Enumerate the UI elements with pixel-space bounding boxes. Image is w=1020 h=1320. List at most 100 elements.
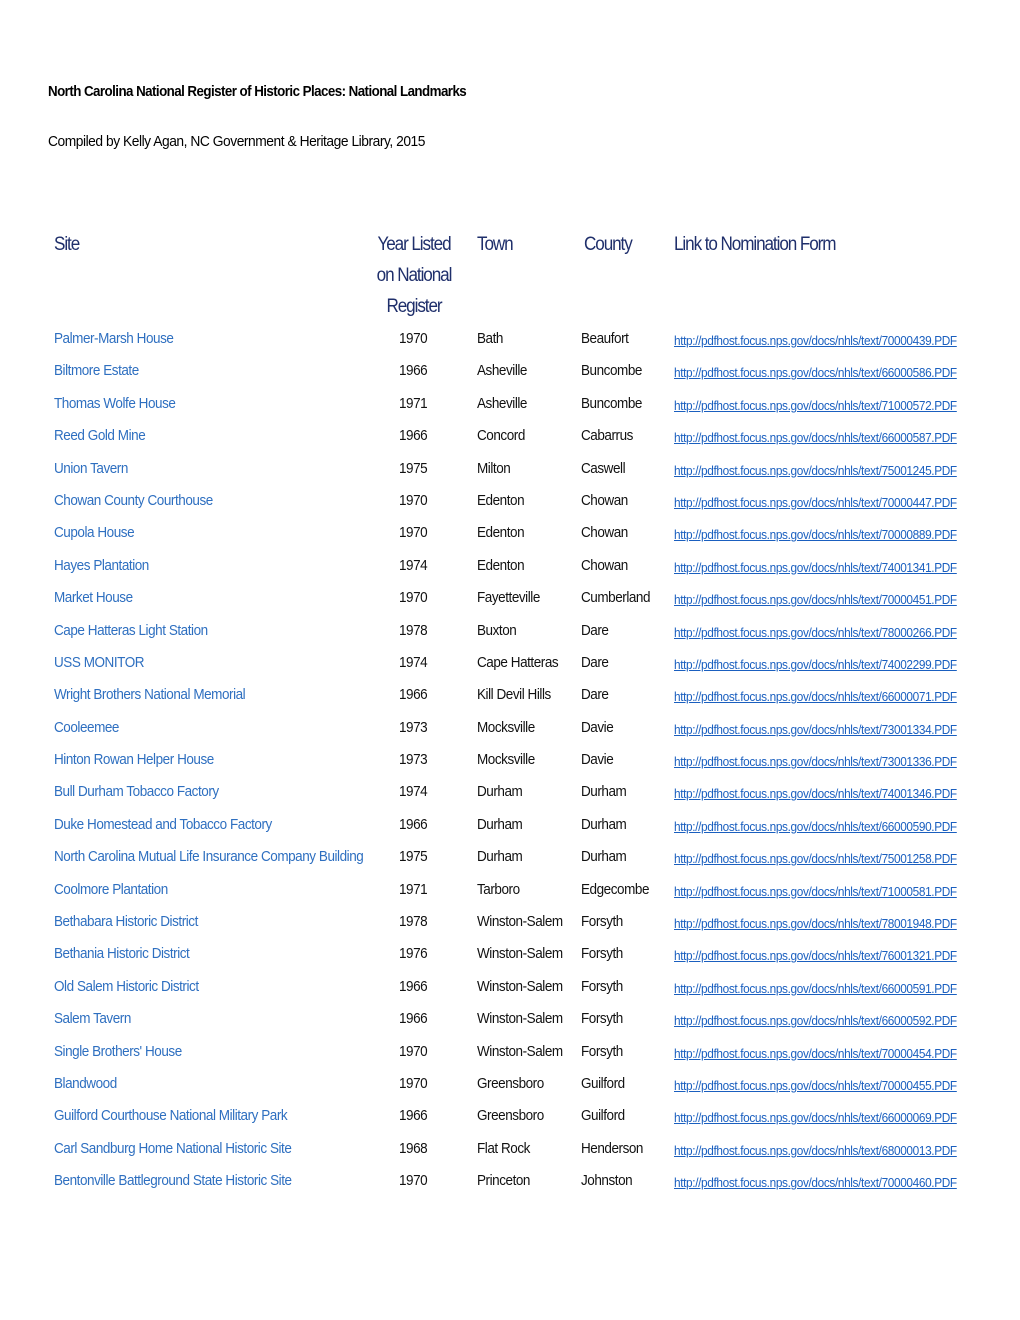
county-cell: Davie <box>581 751 614 769</box>
nomination-form-link[interactable]: http://pdfhost.focus.nps.gov/docs/nhls/t… <box>674 817 957 837</box>
table-row: North Carolina Mutual Life Insurance Com… <box>0 844 1020 876</box>
county-cell: Forsyth <box>581 1042 623 1060</box>
year-cell: 1966 <box>399 977 428 995</box>
county-cell: Dare <box>581 686 609 704</box>
nomination-form-link[interactable]: http://pdfhost.focus.nps.gov/docs/nhls/t… <box>674 1108 957 1128</box>
town-cell: Edenton <box>477 524 525 542</box>
town-cell: Durham <box>477 783 523 801</box>
nomination-form-link[interactable]: http://pdfhost.focus.nps.gov/docs/nhls/t… <box>674 396 957 416</box>
nomination-form-link[interactable]: http://pdfhost.focus.nps.gov/docs/nhls/t… <box>674 1076 957 1096</box>
nomination-form-link[interactable]: http://pdfhost.focus.nps.gov/docs/nhls/t… <box>674 331 957 351</box>
nomination-form-link[interactable]: http://pdfhost.focus.nps.gov/docs/nhls/t… <box>674 590 957 610</box>
year-cell: 1968 <box>399 1139 428 1157</box>
document-title: North Carolina National Register of Hist… <box>48 84 467 100</box>
nomination-form-link[interactable]: http://pdfhost.focus.nps.gov/docs/nhls/t… <box>674 720 957 740</box>
site-link[interactable]: Cooleemee <box>54 718 119 738</box>
nomination-form-link[interactable]: http://pdfhost.focus.nps.gov/docs/nhls/t… <box>674 493 957 513</box>
site-link[interactable]: Wright Brothers National Memorial <box>54 685 246 705</box>
nomination-form-link[interactable]: http://pdfhost.focus.nps.gov/docs/nhls/t… <box>674 1141 957 1161</box>
table-row: Palmer-Marsh House 1970 Bath Beaufort http:/… <box>0 326 1020 358</box>
site-link[interactable]: Carl Sandburg Home National Historic Sit… <box>54 1139 292 1159</box>
site-link[interactable]: Bethabara Historic District <box>54 912 198 932</box>
town-cell: Greensboro <box>477 1107 544 1125</box>
site-link[interactable]: Hayes Plantation <box>54 556 149 576</box>
site-link[interactable]: Duke Homestead and Tobacco Factory <box>54 815 272 835</box>
year-cell: 1970 <box>399 491 428 509</box>
county-cell: Caswell <box>581 459 626 477</box>
nomination-form-link[interactable]: http://pdfhost.focus.nps.gov/docs/nhls/t… <box>674 623 957 643</box>
site-link[interactable]: USS MONITOR <box>54 653 145 673</box>
nomination-form-link[interactable]: http://pdfhost.focus.nps.gov/docs/nhls/t… <box>674 979 957 999</box>
header-site: Site <box>54 234 80 255</box>
table-row: Blandwood 1970 Greensboro Guilford http://pd… <box>0 1071 1020 1103</box>
county-cell: Cumberland <box>581 589 651 607</box>
table-row: Wright Brothers National Memorial 1966 Kil… <box>0 682 1020 714</box>
town-cell: Tarboro <box>477 880 520 898</box>
table-body: Palmer-Marsh House 1970 Bath Beaufort http:/… <box>0 326 1020 1201</box>
year-cell: 1974 <box>399 783 428 801</box>
county-cell: Johnston <box>581 1172 633 1190</box>
header-county: County <box>584 234 633 255</box>
site-link[interactable]: Bull Durham Tobacco Factory <box>54 782 219 802</box>
town-cell: Winston-Salem <box>477 913 563 931</box>
site-link[interactable]: Guilford Courthouse National Military Pa… <box>54 1106 288 1126</box>
town-cell: Durham <box>477 815 523 833</box>
county-cell: Forsyth <box>581 977 623 995</box>
site-link[interactable]: Chowan County Courthouse <box>54 491 213 511</box>
site-link[interactable]: Bentonville Battleground State Historic … <box>54 1171 292 1191</box>
header-town: Town <box>477 234 514 255</box>
site-link[interactable]: North Carolina Mutual Life Insurance Com… <box>54 847 364 867</box>
county-cell: Edgecombe <box>581 880 650 898</box>
site-link[interactable]: Single Brothers' House <box>54 1042 182 1062</box>
table-row: Bethania Historic District 1976 Winston-Sa… <box>0 941 1020 973</box>
year-cell: 1971 <box>399 394 428 412</box>
county-cell: Cabarrus <box>581 427 633 445</box>
table-row: Reed Gold Mine 1966 Concord Cabarrus http://… <box>0 423 1020 455</box>
year-cell: 1978 <box>399 913 428 931</box>
nomination-form-link[interactable]: http://pdfhost.focus.nps.gov/docs/nhls/t… <box>674 655 957 675</box>
document-subtitle: Compiled by Kelly Agan, NC Government & … <box>48 133 425 150</box>
nomination-form-link[interactable]: http://pdfhost.focus.nps.gov/docs/nhls/t… <box>674 363 957 383</box>
site-link[interactable]: Union Tavern <box>54 459 128 479</box>
table-row: Carl Sandburg Home National Historic Sit… <box>0 1136 1020 1168</box>
nomination-form-link[interactable]: http://pdfhost.focus.nps.gov/docs/nhls/t… <box>674 1044 957 1064</box>
nomination-form-link[interactable]: http://pdfhost.focus.nps.gov/docs/nhls/t… <box>674 558 957 578</box>
nomination-form-link[interactable]: http://pdfhost.focus.nps.gov/docs/nhls/t… <box>674 428 957 448</box>
town-cell: Buxton <box>477 621 517 639</box>
site-link[interactable]: Cape Hatteras Light Station <box>54 621 208 641</box>
nomination-form-link[interactable]: http://pdfhost.focus.nps.gov/docs/nhls/t… <box>674 1011 957 1031</box>
nomination-form-link[interactable]: http://pdfhost.focus.nps.gov/docs/nhls/t… <box>674 687 957 707</box>
nomination-form-link[interactable]: http://pdfhost.focus.nps.gov/docs/nhls/t… <box>674 525 957 545</box>
nomination-form-link[interactable]: http://pdfhost.focus.nps.gov/docs/nhls/t… <box>674 882 957 902</box>
site-link[interactable]: Coolmore Plantation <box>54 880 168 900</box>
site-link[interactable]: Old Salem Historic District <box>54 977 199 997</box>
nomination-form-link[interactable]: http://pdfhost.focus.nps.gov/docs/nhls/t… <box>674 461 957 481</box>
site-link[interactable]: Thomas Wolfe House <box>54 394 176 414</box>
town-cell: Cape Hatteras <box>477 653 559 671</box>
town-cell: Greensboro <box>477 1074 544 1092</box>
table-row: Coolmore Plantation 1971 Tarboro Edgecombe h… <box>0 877 1020 909</box>
site-link[interactable]: Salem Tavern <box>54 1009 131 1029</box>
year-cell: 1970 <box>399 1042 428 1060</box>
town-cell: Mocksville <box>477 751 535 769</box>
nomination-form-link[interactable]: http://pdfhost.focus.nps.gov/docs/nhls/t… <box>674 849 957 869</box>
site-link[interactable]: Reed Gold Mine <box>54 426 146 446</box>
site-link[interactable]: Bethania Historic District <box>54 944 190 964</box>
nomination-form-link[interactable]: http://pdfhost.focus.nps.gov/docs/nhls/t… <box>674 752 957 772</box>
site-link[interactable]: Biltmore Estate <box>54 361 139 381</box>
site-link[interactable]: Cupola House <box>54 523 135 543</box>
table-row: Chowan County Courthouse 1970 Edenton Chowa… <box>0 488 1020 520</box>
nomination-form-link[interactable]: http://pdfhost.focus.nps.gov/docs/nhls/t… <box>674 946 957 966</box>
nomination-form-link[interactable]: http://pdfhost.focus.nps.gov/docs/nhls/t… <box>674 784 957 804</box>
county-cell: Forsyth <box>581 945 623 963</box>
site-link[interactable]: Palmer-Marsh House <box>54 329 174 349</box>
town-cell: Fayetteville <box>477 589 540 607</box>
site-link[interactable]: Market House <box>54 588 133 608</box>
table-row: Cupola House 1970 Edenton Chowan http://pdfh… <box>0 520 1020 552</box>
site-link[interactable]: Hinton Rowan Helper House <box>54 750 214 770</box>
site-link[interactable]: Blandwood <box>54 1074 117 1094</box>
nomination-form-link[interactable]: http://pdfhost.focus.nps.gov/docs/nhls/t… <box>674 914 957 934</box>
table-row: Market House 1970 Fayetteville Cumberland ht… <box>0 585 1020 617</box>
county-cell: Henderson <box>581 1139 644 1157</box>
nomination-form-link[interactable]: http://pdfhost.focus.nps.gov/docs/nhls/t… <box>674 1173 957 1193</box>
